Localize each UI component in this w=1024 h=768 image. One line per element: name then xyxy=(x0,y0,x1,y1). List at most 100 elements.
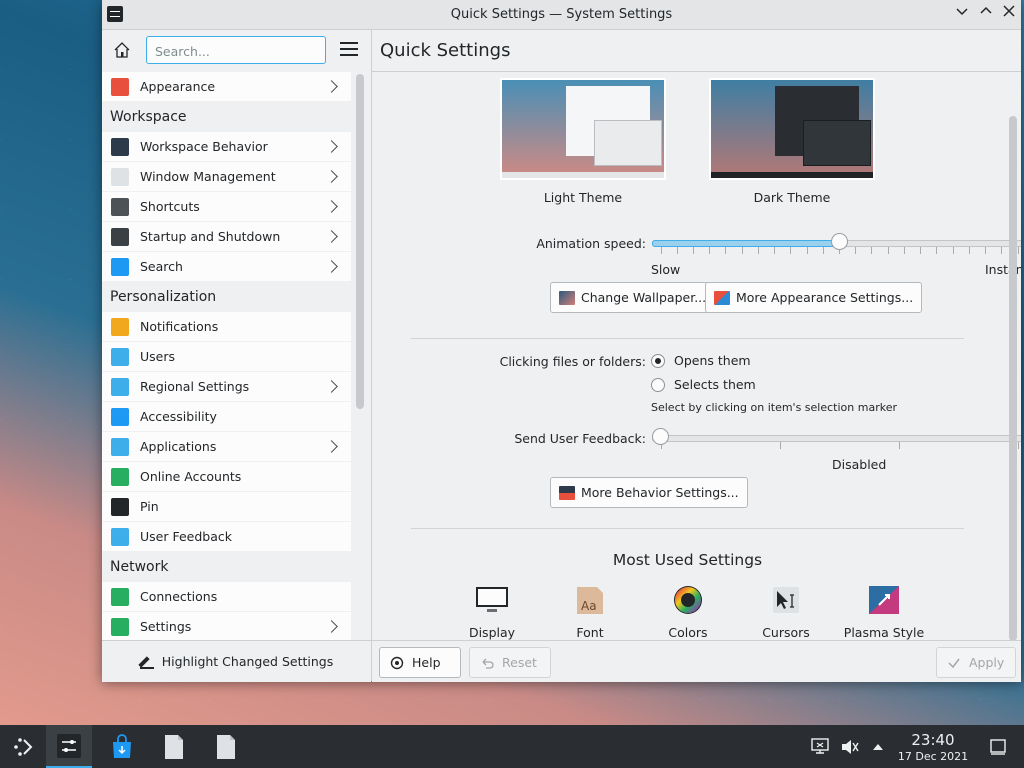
window-management-icon xyxy=(111,167,129,186)
digital-clock[interactable]: 23:40 17 Dec 2021 xyxy=(896,731,970,763)
change-wallpaper-button[interactable]: Change Wallpaper... xyxy=(550,282,716,313)
sidebar-item-accessibility[interactable]: Accessibility xyxy=(102,402,351,432)
dark-theme-label: Dark Theme xyxy=(753,190,831,205)
animation-speed-handle[interactable] xyxy=(830,233,848,250)
most-used-display[interactable]: Display xyxy=(447,585,537,640)
chevron-right-icon xyxy=(325,230,338,243)
highlight-changed-settings-button[interactable]: Highlight Changed Settings xyxy=(139,654,334,669)
wallpaper-icon xyxy=(559,290,575,305)
reset-button[interactable]: Reset xyxy=(469,647,551,678)
peek-desktop-button[interactable] xyxy=(976,725,1020,768)
search-icon xyxy=(111,257,129,276)
taskbar-file-2[interactable] xyxy=(203,725,249,768)
regional-icon xyxy=(111,377,129,396)
sidebar-item-label: Settings xyxy=(140,619,192,634)
taskbar-file-1[interactable] xyxy=(151,725,197,768)
sidebar-item-settings[interactable]: Settings xyxy=(102,612,351,640)
sidebar-item-label: Window Management xyxy=(140,169,276,184)
highlight-changed-settings-label: Highlight Changed Settings xyxy=(161,654,334,669)
home-button[interactable] xyxy=(112,40,134,62)
sidebar: Appearance Workspace Workspace Behavior Win… xyxy=(102,30,372,682)
sidebar-item-appearance[interactable]: Appearance xyxy=(102,72,351,102)
bell-icon xyxy=(111,317,129,336)
application-launcher-button[interactable] xyxy=(0,725,46,768)
most-used-colors[interactable]: Colors xyxy=(643,585,733,640)
sidebar-item-applications[interactable]: Applications xyxy=(102,432,351,462)
sidebar-item-users[interactable]: Users xyxy=(102,342,351,372)
light-theme-label: Light Theme xyxy=(543,190,623,205)
sidebar-item-shortcuts[interactable]: Shortcuts xyxy=(102,192,351,222)
appearance-icon xyxy=(111,77,129,96)
most-used-plasma-style[interactable]: Plasma Style xyxy=(839,585,929,640)
show-hidden-icons-button[interactable] xyxy=(858,725,898,768)
search-input[interactable] xyxy=(153,38,323,64)
sidebar-item-label: Users xyxy=(140,349,176,364)
content-scrollbar[interactable] xyxy=(1009,116,1017,641)
sidebar-item-search[interactable]: Search xyxy=(102,252,351,282)
sidebar-section-personalization: Personalization xyxy=(102,282,351,312)
sidebar-item-user-feedback[interactable]: User Feedback xyxy=(102,522,351,552)
sidebar-item-connections[interactable]: Connections xyxy=(102,582,351,612)
hamburger-menu-button[interactable] xyxy=(340,42,358,58)
sidebar-item-label: Startup and Shutdown xyxy=(140,229,281,244)
user-feedback-handle[interactable] xyxy=(652,428,669,445)
users-icon xyxy=(111,347,129,366)
quick-settings-content: Light Theme Dark Theme Animation speed: … xyxy=(372,71,1021,641)
light-theme-option[interactable]: Light Theme xyxy=(498,78,668,205)
chevron-right-icon xyxy=(325,380,338,393)
page-title: Quick Settings xyxy=(380,40,511,61)
chevron-right-icon xyxy=(325,200,338,213)
sidebar-scrollbar[interactable] xyxy=(356,74,364,409)
discover-bag-icon xyxy=(113,733,131,758)
system-settings-window: Quick Settings — System Settings Appeara… xyxy=(102,0,1021,682)
minimize-button[interactable] xyxy=(953,5,971,23)
search-field[interactable] xyxy=(146,36,326,64)
cursors-icon xyxy=(769,585,803,615)
more-behavior-settings-button[interactable]: More Behavior Settings... xyxy=(550,477,748,508)
colors-icon xyxy=(671,585,705,615)
animation-speed-slider[interactable] xyxy=(652,232,1021,254)
sidebar-section-network: Network xyxy=(102,552,351,582)
document-icon xyxy=(217,734,235,759)
keyboard-icon xyxy=(111,197,129,216)
sidebar-item-notifications[interactable]: Notifications xyxy=(102,312,351,342)
most-used-font[interactable]: Aa Font xyxy=(545,585,635,640)
sidebar-item-label: Shortcuts xyxy=(140,199,200,214)
globe-icon xyxy=(111,617,129,636)
sidebar-item-label: Applications xyxy=(140,439,217,454)
sidebar-list: Appearance Workspace Workspace Behavior Win… xyxy=(102,72,351,640)
sidebar-item-workspace-behavior[interactable]: Workspace Behavior xyxy=(102,132,351,162)
sidebar-item-pin[interactable]: Pin xyxy=(102,492,351,522)
sidebar-item-startup-and-shutdown[interactable]: Startup and Shutdown xyxy=(102,222,351,252)
sidebar-section-workspace: Workspace xyxy=(102,102,351,132)
taskbar-system-settings[interactable] xyxy=(46,725,92,768)
most-used-cursors[interactable]: Cursors xyxy=(741,585,831,640)
show-desktop-icon xyxy=(990,738,1006,755)
dark-theme-thumbnail xyxy=(709,78,875,180)
feedback-icon xyxy=(111,527,129,546)
checkmark-icon xyxy=(948,658,960,668)
chevron-right-icon xyxy=(325,170,338,183)
animation-slow-label: Slow xyxy=(651,262,681,277)
network-wired-icon xyxy=(811,737,829,754)
apply-button[interactable]: Apply xyxy=(936,647,1016,678)
taskbar-discover[interactable] xyxy=(99,725,145,768)
opens-them-radio[interactable]: Opens them xyxy=(651,353,751,368)
chevron-right-icon xyxy=(325,140,338,153)
dark-theme-option[interactable]: Dark Theme xyxy=(707,78,877,205)
volume-muted-icon xyxy=(842,739,859,754)
help-button[interactable]: Help xyxy=(379,647,461,678)
svg-text:Aa: Aa xyxy=(581,599,597,613)
maximize-button[interactable] xyxy=(977,5,995,23)
plasma-launcher-icon xyxy=(14,737,33,756)
home-icon xyxy=(114,42,130,58)
globe-icon xyxy=(111,467,129,486)
sidebar-item-window-management[interactable]: Window Management xyxy=(102,162,351,192)
appearance-icon xyxy=(714,290,730,305)
user-feedback-slider[interactable] xyxy=(652,427,1021,449)
selects-them-radio[interactable]: Selects them xyxy=(651,377,756,392)
more-appearance-settings-button[interactable]: More Appearance Settings... xyxy=(705,282,923,313)
sidebar-item-online-accounts[interactable]: Online Accounts xyxy=(102,462,351,492)
sidebar-item-regional-settings[interactable]: Regional Settings xyxy=(102,372,351,402)
close-button[interactable] xyxy=(1000,5,1018,23)
